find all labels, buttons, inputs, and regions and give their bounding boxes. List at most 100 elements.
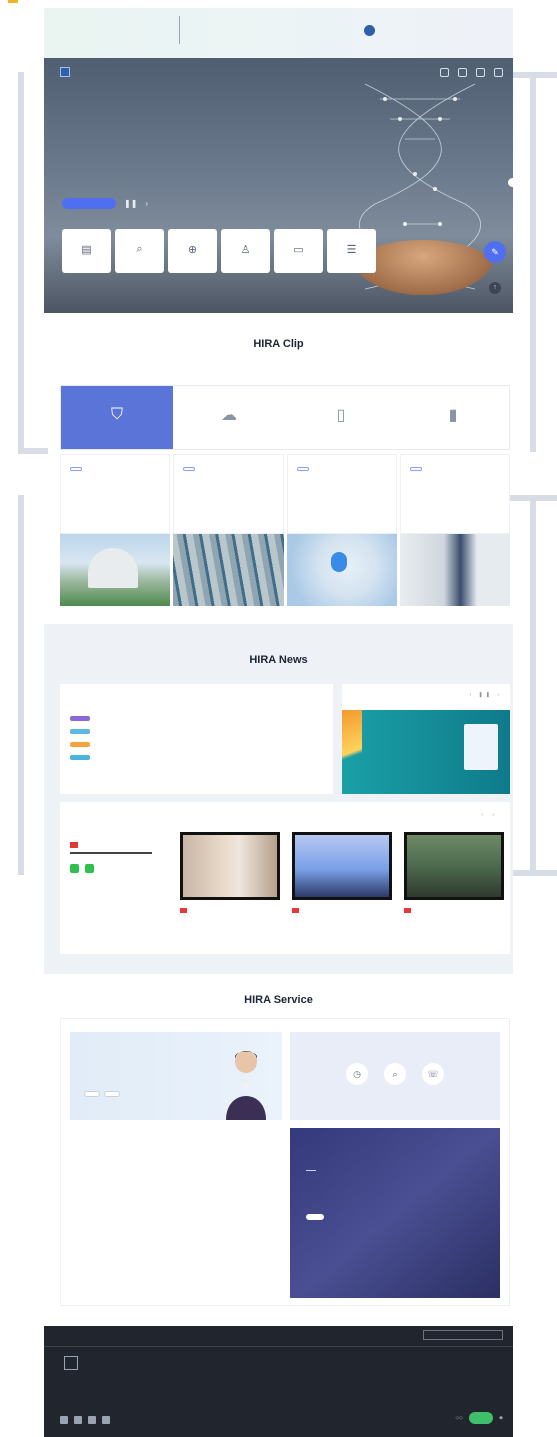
news-row[interactable] — [70, 751, 323, 764]
accessibility-mark-icon — [469, 1412, 494, 1424]
quick-link-2[interactable]: ⌕ — [115, 229, 164, 273]
news-section-title: HIRA News — [249, 654, 308, 666]
quick-links: ▤ ⌕ ⊕ ♙ ▭ ☰ — [62, 229, 376, 273]
clip-card[interactable] — [173, 454, 284, 606]
pause-icon[interactable]: ❚❚ — [124, 199, 137, 208]
logo-mark-icon — [60, 67, 70, 77]
clip-tab-4[interactable]: ▮ — [397, 386, 509, 449]
video-sidebar — [70, 828, 170, 873]
shield-icon: ⛉ — [110, 405, 123, 423]
channel-links — [70, 864, 170, 873]
service-panel-d — [290, 1128, 500, 1298]
promo-banner[interactable] — [342, 710, 510, 794]
person-icon: ♙ — [240, 244, 251, 256]
search-icon: ⌕ — [384, 1062, 406, 1085]
banner-accent — [342, 710, 362, 794]
phone-icon: ▮ — [448, 406, 458, 424]
globe-icon[interactable] — [458, 68, 467, 77]
card-image — [286, 534, 397, 606]
document-illustration — [464, 724, 498, 770]
video-item[interactable] — [292, 832, 392, 916]
quick-link-5[interactable]: ▭ — [274, 229, 323, 273]
news-row[interactable] — [70, 712, 323, 725]
video-item[interactable] — [404, 832, 504, 916]
clock-icon: ◷ — [346, 1062, 368, 1085]
side-divider — [70, 852, 152, 854]
quick-link-3[interactable]: ⊕ — [168, 229, 217, 273]
clip-cards — [60, 454, 510, 606]
search-icon[interactable] — [476, 68, 485, 77]
clip-card[interactable] — [286, 454, 397, 606]
scroll-top-button[interactable]: ↑ — [489, 282, 501, 294]
quick-link-4[interactable]: ♙ — [221, 229, 270, 273]
quick-link-6[interactable]: ☰ — [327, 229, 376, 273]
top-notice-banner[interactable] — [44, 8, 513, 58]
promo-nav-arrows[interactable]: ‹ ❚❚ › — [470, 692, 503, 698]
service-section-title: HIRA Service — [244, 994, 313, 1006]
channel-link-2[interactable] — [85, 864, 94, 873]
video-nav-arrows[interactable]: ‹ › — [481, 812, 498, 818]
service-button[interactable] — [104, 1091, 120, 1097]
list-icon: ☰ — [346, 244, 357, 256]
person-photo — [226, 1051, 266, 1120]
service-panel-b: ◷ ⌕ ☏ — [290, 1032, 500, 1120]
service-panel-d-button[interactable] — [306, 1214, 324, 1220]
youtube-link[interactable] — [70, 842, 170, 848]
service-button[interactable] — [84, 1091, 100, 1097]
hero-banner: ❚❚ › ▤ ⌕ ⊕ ♙ ▭ ☰ ✎ ↑ — [44, 58, 513, 313]
clip-tab-2[interactable]: ☁ — [173, 386, 285, 449]
service-panel-a — [70, 1032, 282, 1120]
news-tag — [70, 716, 90, 721]
family-site-select[interactable] — [423, 1330, 503, 1340]
channel-link-1[interactable] — [70, 864, 79, 873]
site-logo[interactable] — [60, 67, 76, 77]
service-list — [154, 1136, 282, 1306]
panel-divider — [306, 1170, 316, 1171]
service-shortcut[interactable]: ☏ — [422, 1062, 444, 1090]
youtube-icon — [180, 908, 187, 913]
clip-card[interactable] — [60, 454, 171, 606]
chatbot-button[interactable]: ✎ — [484, 241, 506, 263]
youtube-icon — [404, 908, 411, 913]
blog-icon[interactable] — [88, 1416, 96, 1424]
user-icon[interactable] — [440, 68, 449, 77]
search-icon: ⌕ — [136, 243, 143, 255]
clip-tab-3[interactable]: ▯ — [285, 386, 397, 449]
video-item[interactable] — [180, 832, 280, 916]
news-list — [60, 684, 333, 794]
clip-card[interactable] — [399, 454, 510, 606]
video-thumbnail — [292, 832, 392, 900]
document-icon: ▤ — [81, 244, 92, 256]
news-row[interactable] — [70, 725, 323, 738]
service-shortcut[interactable]: ◷ — [346, 1062, 368, 1090]
card-tag — [70, 467, 82, 471]
chat-icon: ✎ — [491, 247, 499, 257]
hospital-icon: ⊕ — [187, 244, 198, 256]
news-row[interactable] — [70, 738, 323, 751]
certification-marks: ◇◇ ◆ — [455, 1412, 503, 1424]
instagram-icon[interactable] — [102, 1416, 110, 1424]
folder-icon: ▭ — [293, 244, 304, 256]
clip-section-title: HIRA Clip — [253, 338, 304, 350]
facebook-icon[interactable] — [60, 1416, 68, 1424]
video-panel: ‹ › — [60, 802, 510, 954]
service-shortcut[interactable]: ⌕ — [384, 1062, 406, 1090]
slide-controls: ❚❚ › — [62, 198, 148, 209]
chevron-right-icon[interactable]: › — [145, 199, 148, 208]
card-tag — [296, 467, 309, 471]
side-dot — [508, 178, 513, 187]
chat-icon: ☏ — [422, 1062, 444, 1085]
cert-mark-icon: ◆ — [499, 1415, 503, 1421]
clip-tab-1[interactable]: ⛉ — [61, 386, 173, 449]
header-utility-icons — [440, 68, 503, 77]
footer-emblem-icon — [64, 1356, 78, 1370]
quick-link-1[interactable]: ▤ — [62, 229, 111, 273]
clip-tabs: ⛉ ☁ ▯ ▮ — [60, 385, 510, 450]
menu-icon[interactable] — [494, 68, 503, 77]
youtube-icon[interactable] — [74, 1416, 82, 1424]
arrow-up-icon: ↑ — [493, 284, 497, 291]
video-thumbnail — [180, 832, 280, 900]
slide-indicator-button[interactable] — [62, 198, 116, 209]
notice-badge-icon — [364, 25, 375, 36]
document-icon: ▯ — [336, 406, 346, 424]
